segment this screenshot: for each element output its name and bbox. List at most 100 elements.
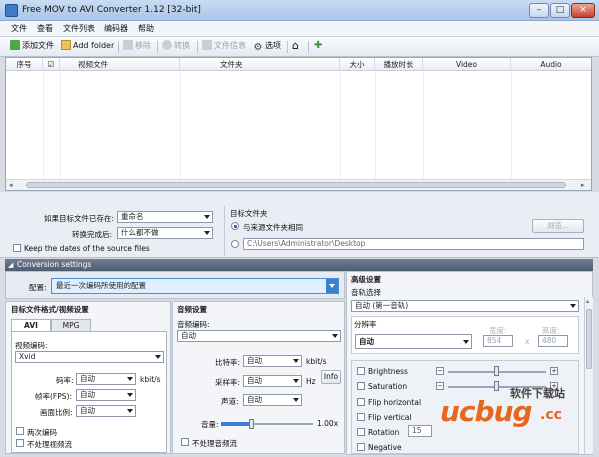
browse-button[interactable]: 浏览...: [532, 219, 584, 233]
col-video-file[interactable]: 视频文件: [60, 58, 180, 71]
audio-bitrate-select[interactable]: 自动: [243, 355, 302, 367]
chevron-down-icon: [570, 304, 576, 308]
custom-folder-radio[interactable]: [231, 240, 239, 248]
volume-thumb[interactable]: [249, 419, 254, 429]
menu-view[interactable]: 查看: [37, 23, 53, 34]
menu-file-list[interactable]: 文件列表: [63, 23, 95, 34]
chevron-down-icon: [204, 215, 210, 219]
file-info-button[interactable]: 文件信息: [202, 40, 246, 54]
menu-file[interactable]: 文件: [11, 23, 27, 34]
rotation-checkbox[interactable]: [357, 428, 365, 436]
watermark-logo: 软件下载站 ucbug .cc: [440, 385, 590, 445]
video-settings-panel: 目标文件格式/视频设置 AVI MPG 视频编码: Xvid 码率: 自动 kb…: [5, 301, 171, 454]
advanced-settings-title: 高级设置: [351, 275, 381, 284]
tab-avi[interactable]: AVI: [11, 319, 51, 331]
no-audio-checkbox[interactable]: [181, 438, 189, 446]
menu-bar: 文件 查看 文件列表 编码器 帮助: [0, 21, 599, 37]
same-as-source-radio[interactable]: [231, 222, 239, 230]
menu-encoder[interactable]: 编码器: [104, 23, 128, 34]
keep-dates-checkbox[interactable]: [13, 244, 21, 252]
scroll-right-icon[interactable]: ▸: [581, 181, 585, 189]
volume-fill: [221, 422, 250, 426]
rotation-label: Rotation: [368, 428, 400, 437]
config-select[interactable]: 最近一次编码所使用的配置: [51, 278, 339, 294]
remove-button[interactable]: 移除: [123, 40, 151, 54]
video-bitrate-select[interactable]: 自动: [76, 373, 136, 385]
grid-header: 序号 ☑ 视频文件 文件夹 大小 播放时长 Video Audio: [6, 58, 591, 71]
aspect-select[interactable]: 自动: [76, 405, 136, 417]
brightness-thumb[interactable]: [494, 366, 499, 376]
chevron-down-icon[interactable]: [326, 279, 338, 293]
track-label: 音轨选择: [351, 288, 381, 297]
col-folder[interactable]: 文件夹: [180, 58, 340, 71]
col-audio[interactable]: Audio: [511, 58, 591, 71]
file-list-grid[interactable]: 序号 ☑ 视频文件 文件夹 大小 播放时长 Video Audio ◂ ▸: [5, 57, 592, 191]
col-check[interactable]: ☑: [43, 58, 60, 71]
brightness-plus-button[interactable]: +: [550, 367, 558, 375]
same-as-source-label: 与来源文件夹相同: [243, 223, 303, 232]
horizontal-scrollbar[interactable]: ◂ ▸: [6, 179, 591, 190]
resolution-select[interactable]: 自动: [355, 334, 472, 349]
brightness-checkbox[interactable]: [357, 367, 365, 375]
collapse-icon[interactable]: ◢: [8, 259, 13, 271]
rotation-spinner[interactable]: 15: [408, 425, 432, 437]
options-button[interactable]: ⚙ 选项: [253, 40, 281, 54]
col-index[interactable]: 序号: [6, 58, 43, 71]
chevron-down-icon: [127, 409, 133, 413]
grid-line: [60, 71, 61, 180]
keep-dates-label: Keep the dates of the source files: [24, 244, 150, 253]
home-icon[interactable]: ⌂: [292, 40, 299, 54]
pin-icon[interactable]: ✚: [314, 40, 322, 54]
folder-icon: [61, 40, 71, 50]
video-bitrate-unit: kbit/s: [140, 375, 161, 384]
volume-label: 音量:: [201, 420, 219, 429]
fps-label: 帧率(FPS):: [35, 392, 72, 401]
flip-vertical-checkbox[interactable]: [357, 413, 365, 421]
col-duration[interactable]: 播放时长: [375, 58, 423, 71]
video-codec-select[interactable]: Xvid: [15, 351, 164, 363]
scrollbar-thumb[interactable]: [26, 182, 566, 188]
samplerate-select[interactable]: 自动: [243, 375, 302, 387]
scroll-left-icon[interactable]: ◂: [9, 181, 13, 189]
convert-button[interactable]: 转换: [162, 40, 190, 54]
chevron-down-icon: [332, 334, 338, 338]
config-row: 配置: 最近一次编码所使用的配置: [5, 271, 345, 299]
height-spinner[interactable]: 480: [538, 335, 568, 347]
exists-select[interactable]: 重命名: [117, 211, 213, 223]
audio-codec-select[interactable]: 自动: [177, 330, 341, 342]
saturation-checkbox[interactable]: [357, 382, 365, 390]
folder-path-field[interactable]: C:\Users\Administrator\Desktop: [243, 238, 584, 250]
add-folder-button[interactable]: Add folder: [61, 40, 114, 54]
flip-horizontal-checkbox[interactable]: [357, 398, 365, 406]
info-button[interactable]: Info: [321, 370, 341, 384]
chevron-down-icon: [293, 359, 299, 363]
after-select[interactable]: 什么都不做: [117, 227, 213, 239]
aspect-label: 画面比例:: [40, 408, 73, 417]
no-video-checkbox[interactable]: [16, 439, 24, 447]
track-select[interactable]: 自动 (第一音轨): [351, 300, 579, 312]
two-pass-checkbox[interactable]: [16, 427, 24, 435]
tab-mpg[interactable]: MPG: [51, 319, 91, 331]
col-size[interactable]: 大小: [340, 58, 375, 71]
fps-select[interactable]: 自动: [76, 389, 136, 401]
maximize-button[interactable]: □: [550, 3, 570, 18]
brightness-minus-button[interactable]: −: [436, 367, 444, 375]
width-spinner[interactable]: 854: [483, 335, 513, 347]
scrollbar-thumb[interactable]: [586, 309, 592, 369]
col-video[interactable]: Video: [423, 58, 511, 71]
minimize-button[interactable]: –: [529, 3, 549, 18]
chevron-down-icon: [204, 231, 210, 235]
audio-settings-title: 音频设置: [177, 305, 207, 314]
close-button[interactable]: ×: [571, 3, 595, 18]
negative-checkbox[interactable]: [357, 443, 365, 451]
menu-help[interactable]: 帮助: [138, 23, 154, 34]
video-bitrate-label: 码率:: [56, 376, 74, 385]
scroll-up-icon[interactable]: ▴: [586, 298, 589, 305]
channels-select[interactable]: 自动: [243, 394, 302, 406]
volume-value: 1.00x: [317, 419, 339, 428]
gear-icon: ⚙: [253, 42, 263, 53]
chevron-down-icon: [127, 393, 133, 397]
grid-line: [180, 71, 181, 180]
add-file-button[interactable]: 添加文件: [10, 40, 54, 54]
resolution-box: 分辨率 宽度: 高度: 自动 854 x 480: [351, 316, 579, 354]
